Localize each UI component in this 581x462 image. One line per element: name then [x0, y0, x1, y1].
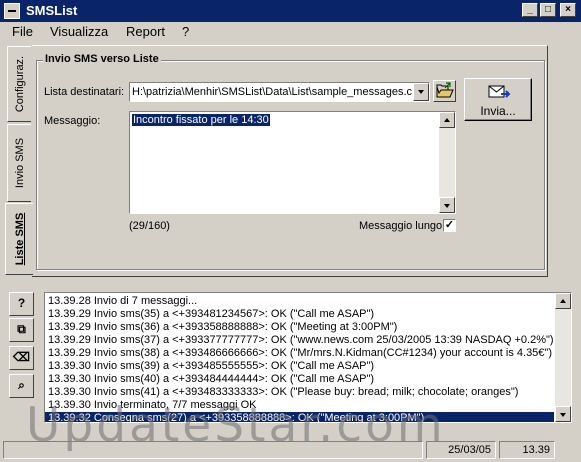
combo-dropdown-button[interactable]	[413, 83, 429, 101]
status-time: 13.39	[499, 441, 555, 459]
scroll-up-button[interactable]	[439, 112, 455, 128]
recipient-list-label: Lista destinatari:	[44, 86, 125, 98]
send-sms-icon	[488, 85, 511, 98]
chevron-up-icon	[560, 299, 566, 303]
copy-button[interactable]: ⧉	[9, 318, 34, 342]
maximize-button[interactable]: □	[540, 3, 556, 17]
log-entry[interactable]: 13.39.30 Invio sms(40) a <+393484444444>…	[45, 373, 554, 386]
log-entry[interactable]: 13.39.28 Invio di 7 messaggi...	[45, 295, 554, 308]
message-label: Messaggio:	[44, 115, 101, 127]
minimize-button[interactable]: _	[522, 3, 538, 17]
preview-icon: ⌕	[18, 378, 25, 392]
tab-invio-sms[interactable]: Invio SMS	[7, 124, 31, 202]
chevron-down-icon	[418, 90, 424, 94]
long-message-label: Messaggio lungo	[359, 220, 443, 232]
preview-button[interactable]: ⌕	[9, 374, 34, 398]
menu-report[interactable]: Report	[126, 24, 165, 39]
log-entry[interactable]: 13.39.29 Invio sms(35) a <+393481234567>…	[45, 308, 554, 321]
log-entry[interactable]: 13.39.32 Consegna sms(27) a <+3933588888…	[45, 412, 554, 422]
send-button[interactable]: Invia...	[464, 78, 532, 121]
log-entry[interactable]: 13.39.30 Invio sms(41) a <+393483333333>…	[45, 386, 554, 399]
log-entry[interactable]: 13.39.30 Invio sms(39) a <+393485555555>…	[45, 360, 554, 373]
app-icon[interactable]	[4, 3, 20, 19]
status-date: 25/03/05	[426, 441, 496, 459]
chevron-down-icon	[560, 413, 566, 417]
long-message-checkbox[interactable]: ✓	[443, 219, 456, 232]
scroll-up-button[interactable]	[555, 293, 571, 309]
tab-configuraz-label: Configuraz.	[13, 55, 26, 113]
copy-icon: ⧉	[17, 322, 26, 336]
menu-file[interactable]: File	[12, 24, 33, 39]
open-file-button[interactable]	[433, 80, 456, 102]
clear-button[interactable]: ⌫	[9, 346, 34, 370]
help-button[interactable]: ?	[9, 292, 34, 316]
log-entry[interactable]: 13.39.30 Invio terminato, 7/7 messaggi O…	[45, 399, 554, 412]
tab-liste-sms[interactable]: Liste SMS	[5, 203, 33, 275]
status-message	[3, 441, 423, 459]
menu-bar: File Visualizza Report ?	[0, 22, 581, 42]
eraser-icon: ⌫	[13, 350, 30, 364]
folder-open-icon	[436, 82, 454, 98]
log-scrollbar[interactable]	[555, 293, 571, 422]
recipient-list-combo[interactable]: H:\patrizia\Menhir\SMSList\Data\List\sam…	[129, 82, 430, 102]
log-entry[interactable]: 13.39.29 Invio sms(38) a <+393486666666>…	[45, 347, 554, 360]
help-icon: ?	[17, 296, 26, 310]
message-text: Incontro fissato per le 14:30	[132, 114, 270, 126]
log-list[interactable]: 13.39.28 Invio di 7 messaggi... 13.39.29 …	[44, 292, 572, 423]
menu-visualizza[interactable]: Visualizza	[50, 24, 108, 39]
chevron-up-icon	[444, 118, 450, 122]
close-button[interactable]: ×	[560, 3, 576, 17]
tab-invio-sms-label: Invio SMS	[13, 137, 26, 189]
scroll-down-button[interactable]	[555, 406, 571, 422]
log-entry[interactable]: 13.39.29 Invio sms(37) a <+393377777777>…	[45, 334, 554, 347]
tab-configuraz[interactable]: Configuraz.	[7, 46, 31, 122]
scroll-down-button[interactable]	[439, 197, 455, 213]
window-title: SMSList	[26, 3, 78, 18]
message-textarea[interactable]: Incontro fissato per le 14:30	[129, 111, 456, 214]
menu-help[interactable]: ?	[182, 24, 189, 39]
chevron-down-icon	[444, 204, 450, 208]
title-bar: SMSList _ □ ×	[0, 0, 581, 22]
message-scrollbar[interactable]	[439, 112, 455, 213]
group-title: Invio SMS verso Liste	[43, 53, 161, 65]
log-entry[interactable]: 13.39.29 Invio sms(36) a <+393358888888>…	[45, 321, 554, 334]
recipient-list-value: H:\patrizia\Menhir\SMSList\Data\List\sam…	[132, 86, 412, 98]
char-count: (29/160)	[129, 220, 170, 232]
tab-liste-sms-label: Liste SMS	[13, 212, 26, 266]
send-button-label: Invia...	[480, 104, 516, 118]
